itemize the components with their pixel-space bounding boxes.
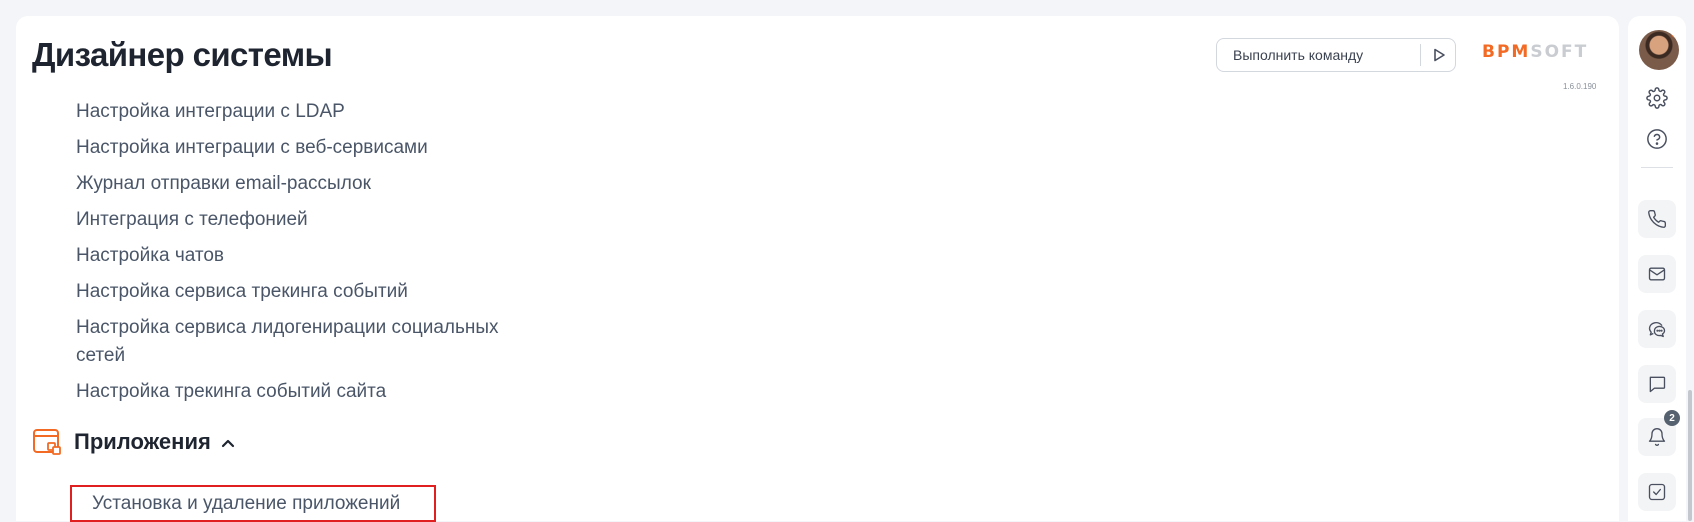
nav-item-install-remove-apps[interactable]: Установка и удаление приложений [92, 490, 400, 518]
nav-item-lead-generation[interactable]: Настройка сервиса лидогенирации социальн… [76, 314, 516, 370]
message-icon [1649, 376, 1666, 393]
nav-item-chats[interactable]: Настройка чатов [76, 242, 516, 270]
version-label: 1.6.0.190 [1563, 82, 1597, 91]
command-divider [1420, 44, 1421, 66]
help-icon [1647, 129, 1667, 149]
nav-item-web-services[interactable]: Настройка интеграции с веб-сервисами [76, 134, 516, 162]
command-box [1216, 38, 1456, 72]
mail-icon [1648, 267, 1666, 281]
main-panel: Дизайнер системы BPMSOFT 1.6.0.190 Настр… [16, 16, 1619, 522]
avatar-status-dot [1671, 30, 1679, 38]
help-button[interactable] [1641, 123, 1673, 155]
mail-button[interactable] [1638, 255, 1676, 293]
scrollbar[interactable] [1688, 390, 1692, 521]
chats-button[interactable] [1638, 310, 1676, 348]
section-applications-header[interactable]: Приложения [32, 428, 235, 456]
settings-button[interactable] [1641, 82, 1673, 114]
chevron-up-icon [221, 439, 234, 448]
nav-item-ldap[interactable]: Настройка интеграции с LDAP [76, 98, 516, 126]
play-icon [1434, 48, 1445, 62]
right-panel: 2 [1628, 16, 1686, 521]
task-check-icon [1648, 483, 1666, 501]
nav-list: Настройка интеграции с LDAP Настройка ин… [76, 98, 516, 414]
run-command-button[interactable] [1423, 39, 1455, 71]
tasks-button[interactable] [1638, 473, 1676, 511]
right-panel-divider [1641, 167, 1673, 168]
chat-bubbles-icon [1648, 321, 1666, 338]
nav-item-site-event-tracking[interactable]: Настройка трекинга событий сайта [76, 378, 516, 406]
gear-icon [1646, 87, 1668, 109]
avatar[interactable] [1639, 30, 1679, 70]
nav-item-email-log[interactable]: Журнал отправки email-рассылок [76, 170, 516, 198]
message-button[interactable] [1638, 365, 1676, 403]
nav-item-telephony[interactable]: Интеграция с телефонией [76, 206, 516, 234]
notification-badge: 2 [1664, 410, 1680, 426]
phone-button[interactable] [1638, 200, 1676, 238]
applications-icon [33, 429, 61, 455]
page-title: Дизайнер системы [32, 36, 333, 73]
bpmsoft-logo: BPMSOFT [1482, 42, 1589, 62]
phone-icon [1648, 209, 1667, 228]
nav-item-event-tracking-service[interactable]: Настройка сервиса трекинга событий [76, 278, 516, 306]
command-input[interactable] [1217, 39, 1413, 71]
bell-icon [1648, 428, 1666, 446]
section-applications-label: Приложения [74, 429, 211, 454]
